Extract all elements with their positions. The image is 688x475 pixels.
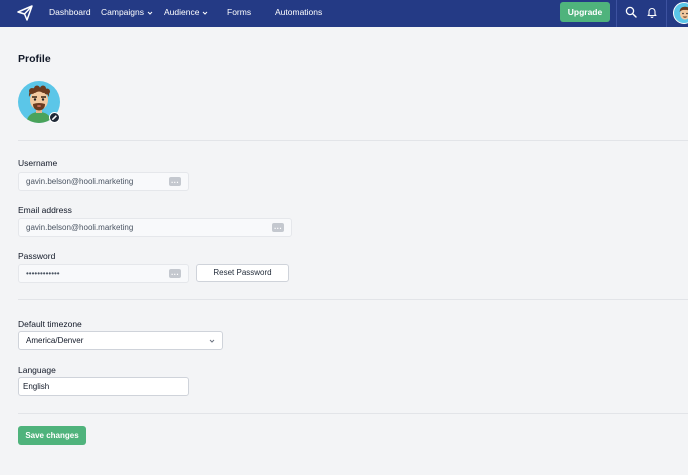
nav-audience[interactable]: Audience (164, 0, 208, 27)
more-options-icon[interactable] (169, 266, 181, 283)
search-icon[interactable] (625, 6, 637, 18)
username-field[interactable]: gavin.belson@hooli.marketing (18, 172, 189, 191)
language-value: English (23, 382, 50, 391)
nav-campaigns-label: Campaigns (101, 7, 144, 17)
upgrade-button[interactable]: Upgrade (560, 2, 610, 22)
pencil-icon (52, 115, 57, 120)
user-avatar[interactable] (673, 2, 688, 24)
nav-divider (616, 0, 617, 27)
username-label: Username (18, 158, 58, 168)
nav-automations-label: Automations (275, 7, 323, 17)
chevron-down-icon (147, 11, 153, 15)
chevron-down-icon (209, 339, 215, 343)
top-navigation: Dashboard Campaigns Audience Forms Autom… (0, 0, 688, 27)
section-divider (18, 299, 688, 300)
chevron-down-icon (203, 11, 208, 15)
nav-dashboard[interactable]: Dashboard (49, 0, 91, 27)
more-options-icon[interactable] (169, 174, 181, 191)
password-label: Password (18, 251, 56, 261)
timezone-select[interactable]: America/Denver (18, 331, 223, 350)
save-changes-button[interactable]: Save changes (18, 426, 86, 445)
password-value: •••••••••••• (26, 269, 60, 278)
nav-automations[interactable]: Automations (275, 0, 322, 27)
section-divider (18, 413, 688, 414)
avatar-face-icon (679, 6, 688, 20)
email-value: gavin.belson@hooli.marketing (26, 223, 134, 232)
password-field[interactable]: •••••••••••• (18, 264, 189, 283)
paper-plane-logo-icon[interactable] (16, 4, 34, 22)
page-title: Profile (18, 53, 51, 65)
email-field[interactable]: gavin.belson@hooli.marketing (18, 218, 292, 237)
language-input[interactable]: English (18, 377, 189, 396)
timezone-label: Default timezone (18, 319, 82, 329)
language-label: Language (18, 365, 56, 375)
reset-password-button[interactable]: Reset Password (196, 264, 289, 282)
edit-avatar-button[interactable] (49, 112, 60, 123)
bell-icon[interactable] (646, 6, 658, 18)
nav-dashboard-label: Dashboard (49, 7, 91, 17)
more-options-icon[interactable] (272, 220, 284, 237)
nav-divider (666, 0, 667, 27)
nav-forms-label: Forms (227, 7, 252, 17)
email-label: Email address (18, 205, 72, 215)
nav-campaigns[interactable]: Campaigns (101, 0, 153, 27)
nav-forms[interactable]: Forms (227, 0, 251, 27)
timezone-value: America/Denver (26, 336, 84, 345)
section-divider (18, 140, 688, 141)
username-value: gavin.belson@hooli.marketing (26, 177, 134, 186)
nav-audience-label: Audience (164, 7, 200, 17)
